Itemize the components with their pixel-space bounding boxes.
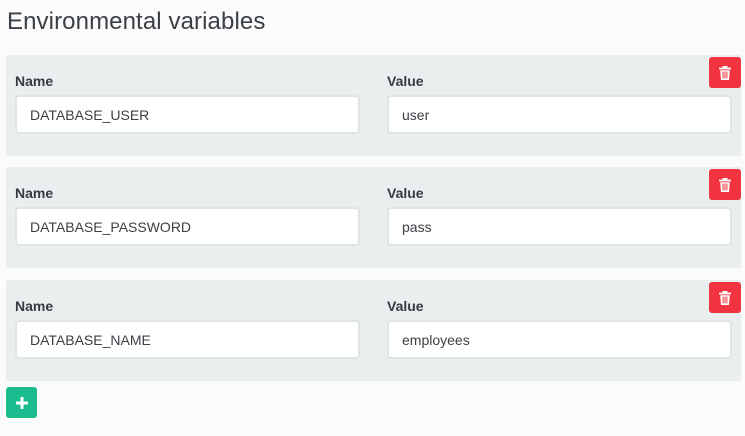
name-label: Name <box>15 73 54 89</box>
name-input[interactable] <box>15 207 360 246</box>
value-input[interactable] <box>387 95 732 134</box>
name-label: Name <box>15 185 54 201</box>
value-input[interactable] <box>387 207 732 246</box>
delete-button[interactable] <box>709 169 741 200</box>
value-label: Value <box>387 185 424 201</box>
page-title: Environmental variables <box>7 8 266 35</box>
value-label: Value <box>387 73 424 89</box>
name-label: Name <box>15 298 54 314</box>
trash-icon <box>719 290 731 305</box>
env-var-row: Name Value <box>6 55 741 156</box>
value-label: Value <box>387 298 424 314</box>
trash-icon <box>719 65 731 80</box>
name-input[interactable] <box>15 95 360 134</box>
value-input[interactable] <box>387 320 732 359</box>
trash-icon <box>719 177 731 192</box>
env-var-row: Name Value <box>6 167 741 268</box>
name-input[interactable] <box>15 320 360 359</box>
delete-button[interactable] <box>709 282 741 313</box>
env-var-row: Name Value <box>6 280 741 381</box>
delete-button[interactable] <box>709 57 741 88</box>
add-variable-button[interactable] <box>6 387 37 418</box>
plus-icon <box>15 396 28 409</box>
